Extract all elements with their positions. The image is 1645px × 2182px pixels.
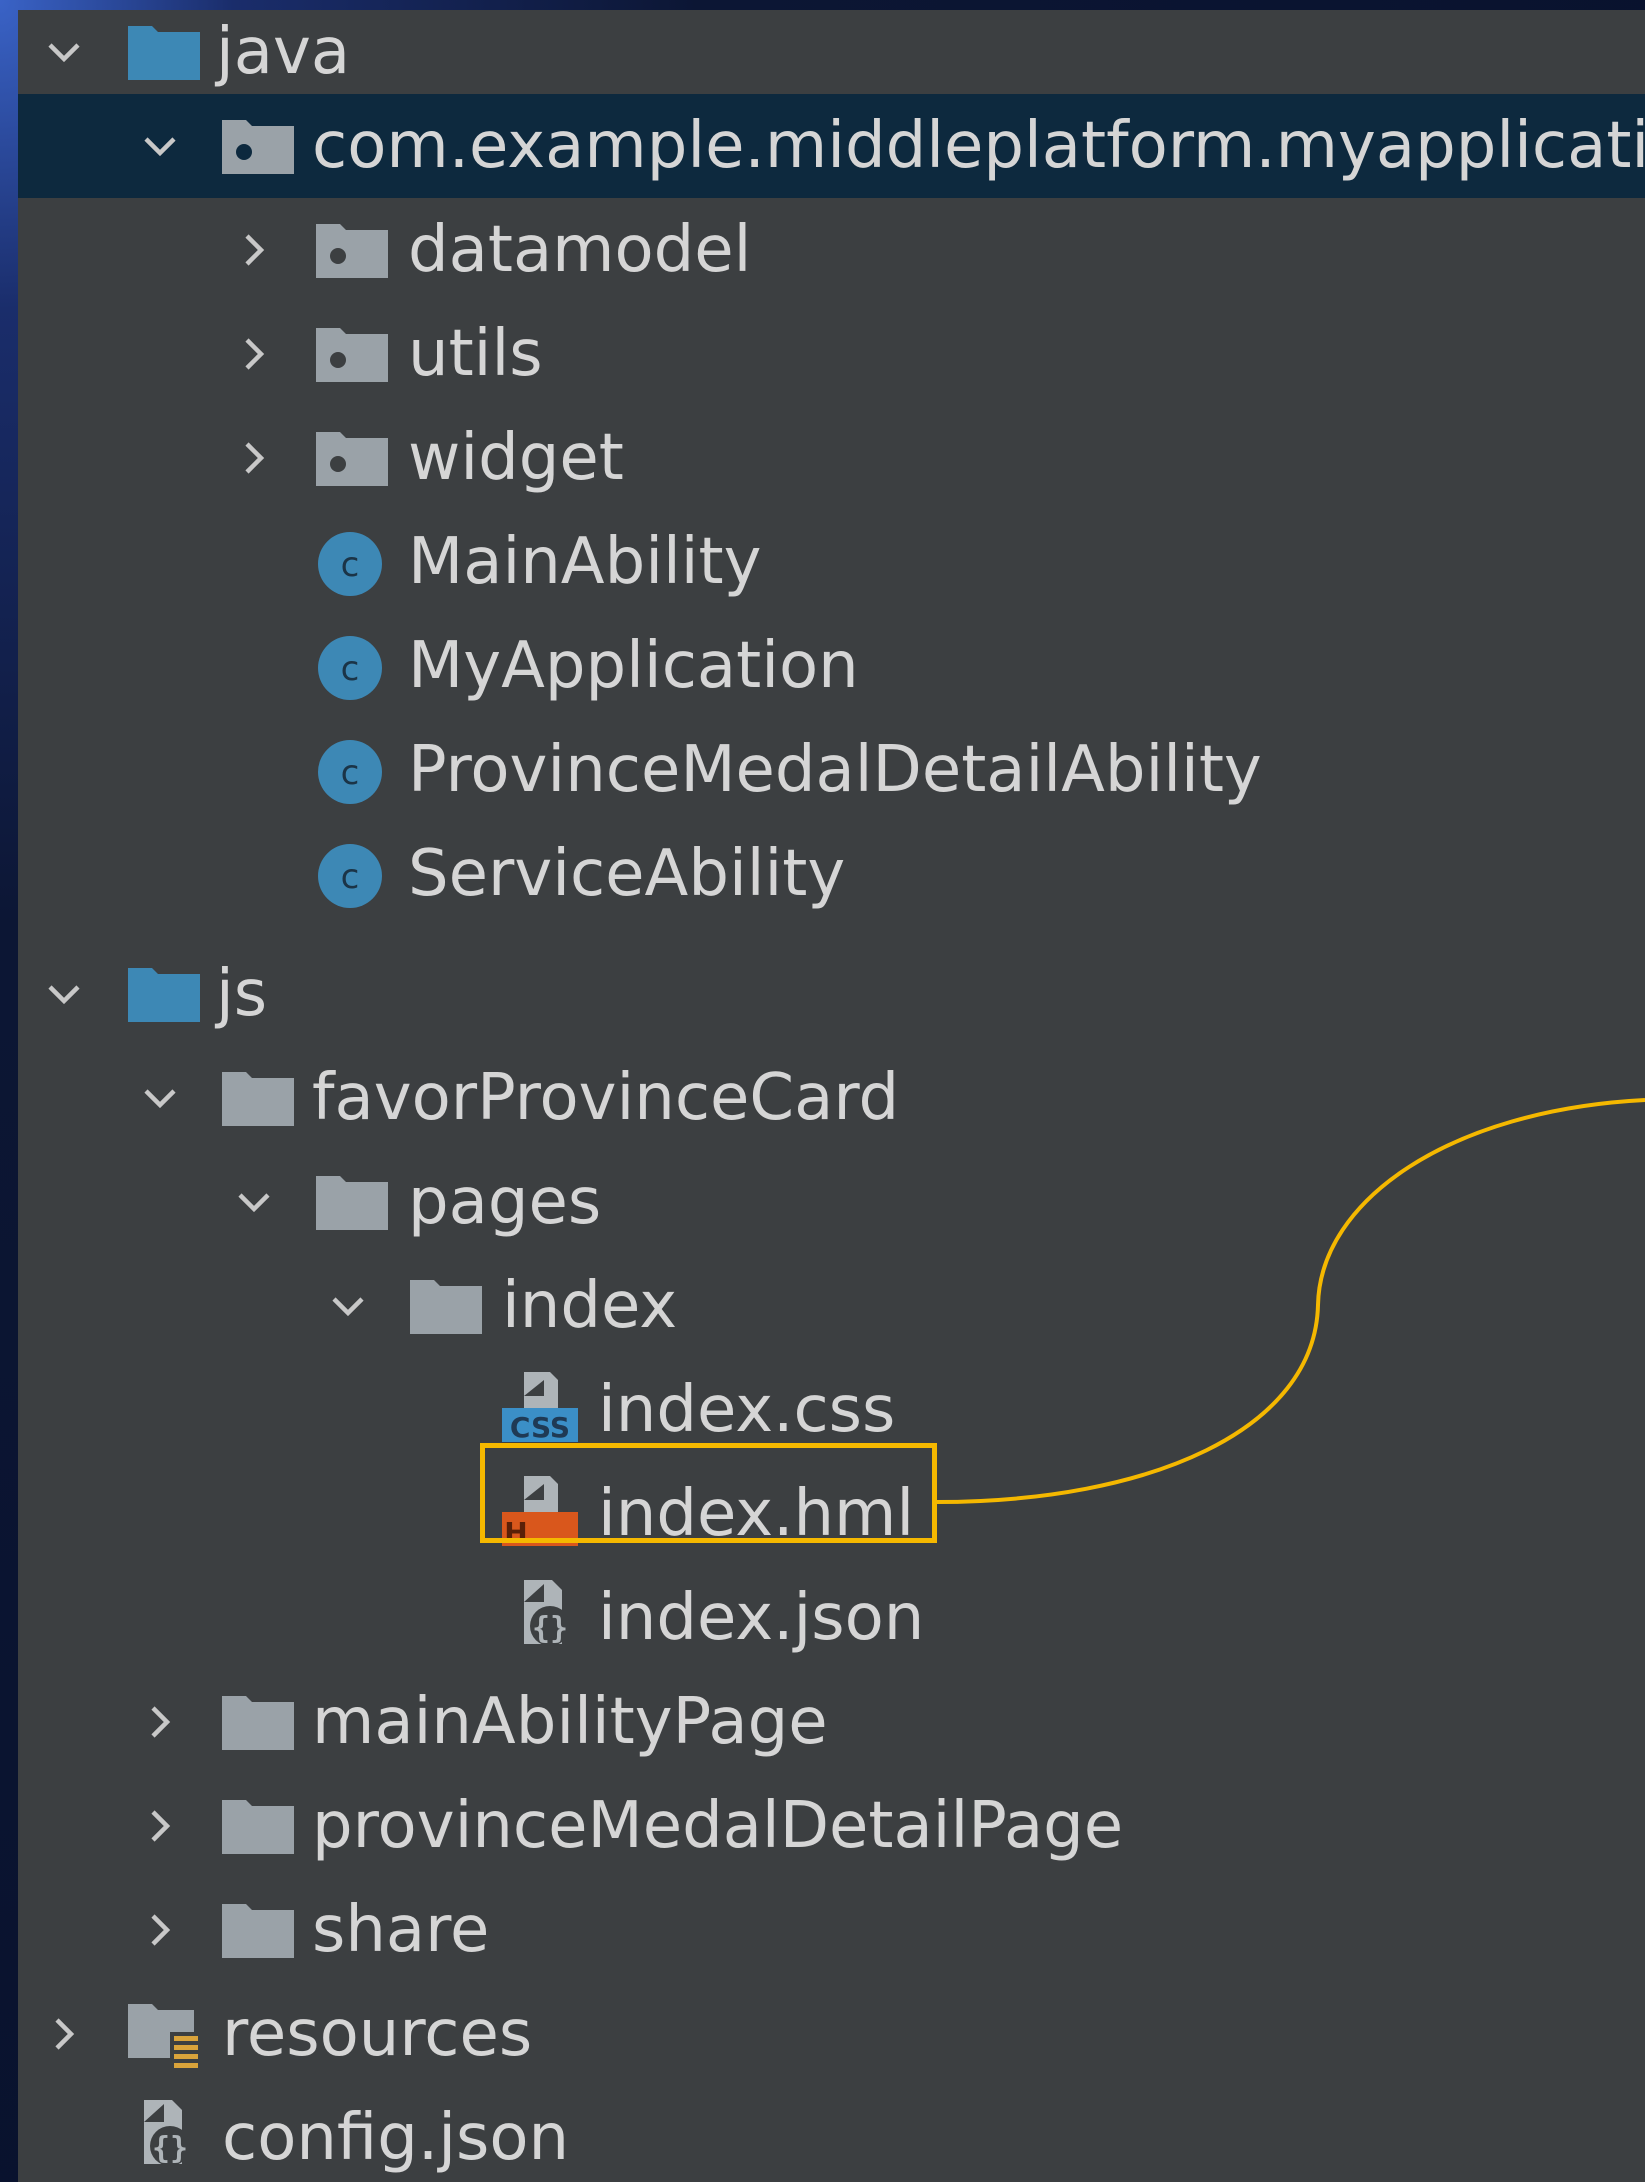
- resources-folder-icon: [124, 2002, 204, 2068]
- project-tree-panel[interactable]: java com.example.middleplatform.myapplic…: [18, 10, 1645, 2182]
- tree-item-label: config.json: [222, 2101, 570, 2175]
- tree-item-label: widget: [408, 421, 624, 495]
- chevron-right-icon[interactable]: [224, 428, 284, 488]
- tree-row-myapplication[interactable]: c MyApplication: [18, 614, 1645, 718]
- json-badge-text: {}: [152, 2131, 188, 2166]
- tree-item-label: mainAbilityPage: [312, 1685, 828, 1759]
- tree-row-index-json[interactable]: {} index.json: [18, 1566, 1645, 1670]
- css-badge-text: CSS: [510, 1411, 570, 1444]
- tree-row-resources[interactable]: resources: [18, 1982, 1645, 2086]
- tree-row-provincemedaldetailability[interactable]: c ProvinceMedalDetailAbility: [18, 718, 1645, 822]
- package-icon: [218, 114, 298, 178]
- class-badge-letter: c: [341, 857, 360, 897]
- tree-row-package-root[interactable]: com.example.middleplatform.myapplication: [18, 94, 1645, 198]
- chevron-down-icon[interactable]: [34, 22, 94, 82]
- chevron-down-icon[interactable]: [130, 1068, 190, 1128]
- tree-row-serviceability[interactable]: c ServiceAbility: [18, 822, 1645, 926]
- highlight-box: [480, 1443, 937, 1543]
- json-file-icon: {}: [510, 1580, 590, 1650]
- chevron-down-icon[interactable]: [34, 964, 94, 1024]
- folder-icon: [124, 962, 204, 1026]
- folder-icon: [312, 1170, 392, 1234]
- tree-item-label: index.json: [598, 1581, 925, 1655]
- chevron-down-icon[interactable]: [224, 1172, 284, 1232]
- folder-icon: [218, 1794, 298, 1858]
- chevron-right-icon[interactable]: [130, 1796, 190, 1856]
- class-icon: c: [312, 530, 392, 596]
- tree-item-label: favorProvinceCard: [312, 1061, 900, 1135]
- package-icon: [312, 218, 392, 282]
- folder-icon: [406, 1274, 486, 1338]
- tree-row-java[interactable]: java: [18, 0, 1645, 104]
- tree-item-label: com.example.middleplatform.myapplication: [312, 109, 1645, 183]
- tree-item-label: ProvinceMedalDetailAbility: [408, 733, 1262, 807]
- tree-item-label: pages: [408, 1165, 602, 1239]
- tree-row-favorprovincecard[interactable]: favorProvinceCard: [18, 1046, 1645, 1150]
- folder-icon: [218, 1690, 298, 1754]
- tree-item-label: share: [312, 1893, 490, 1967]
- folder-icon: [124, 20, 204, 84]
- chevron-right-icon[interactable]: [224, 324, 284, 384]
- tree-item-label: MainAbility: [408, 525, 762, 599]
- chevron-right-icon[interactable]: [130, 1692, 190, 1752]
- folder-icon: [218, 1898, 298, 1962]
- tree-row-js[interactable]: js: [18, 942, 1645, 1046]
- class-icon: c: [312, 634, 392, 700]
- screenshot-scene: java com.example.middleplatform.myapplic…: [0, 0, 1645, 2182]
- tree-item-label: js: [216, 957, 268, 1031]
- chevron-right-icon[interactable]: [34, 2004, 94, 2064]
- tree-row-provincemedaldetailpage[interactable]: provinceMedalDetailPage: [18, 1774, 1645, 1878]
- tree-item-label: resources: [222, 1997, 533, 2071]
- tree-row-pages[interactable]: pages: [18, 1150, 1645, 1254]
- tree-item-label: ServiceAbility: [408, 837, 846, 911]
- css-file-icon: CSS: [500, 1372, 580, 1444]
- folder-icon: [218, 1066, 298, 1130]
- tree-row-mainability[interactable]: c MainAbility: [18, 510, 1645, 614]
- tree-row-widget[interactable]: widget: [18, 406, 1645, 510]
- class-badge-letter: c: [341, 649, 360, 689]
- class-icon: c: [312, 738, 392, 804]
- package-icon: [312, 322, 392, 386]
- tree-item-label: java: [216, 15, 351, 89]
- tree-item-label: utils: [408, 317, 543, 391]
- tree-item-label: index: [502, 1269, 678, 1343]
- tree-row-mainabilitypage[interactable]: mainAbilityPage: [18, 1670, 1645, 1774]
- tree-row-share[interactable]: share: [18, 1878, 1645, 1982]
- package-icon: [312, 426, 392, 490]
- tree-item-label: datamodel: [408, 213, 752, 287]
- class-badge-letter: c: [341, 753, 360, 793]
- chevron-right-icon[interactable]: [130, 1900, 190, 1960]
- tree-row-utils[interactable]: utils: [18, 302, 1645, 406]
- class-icon: c: [312, 842, 392, 908]
- json-badge-text: {}: [532, 1611, 568, 1646]
- class-badge-letter: c: [341, 545, 360, 585]
- tree-row-config-json[interactable]: {} config.json: [18, 2086, 1645, 2182]
- tree-row-datamodel[interactable]: datamodel: [18, 198, 1645, 302]
- tree-item-label: MyApplication: [408, 629, 859, 703]
- tree-row-index-folder[interactable]: index: [18, 1254, 1645, 1358]
- chevron-down-icon[interactable]: [318, 1276, 378, 1336]
- chevron-down-icon[interactable]: [130, 116, 190, 176]
- chevron-right-icon[interactable]: [224, 220, 284, 280]
- tree-item-label: provinceMedalDetailPage: [312, 1789, 1124, 1863]
- json-file-icon: {}: [130, 2100, 210, 2170]
